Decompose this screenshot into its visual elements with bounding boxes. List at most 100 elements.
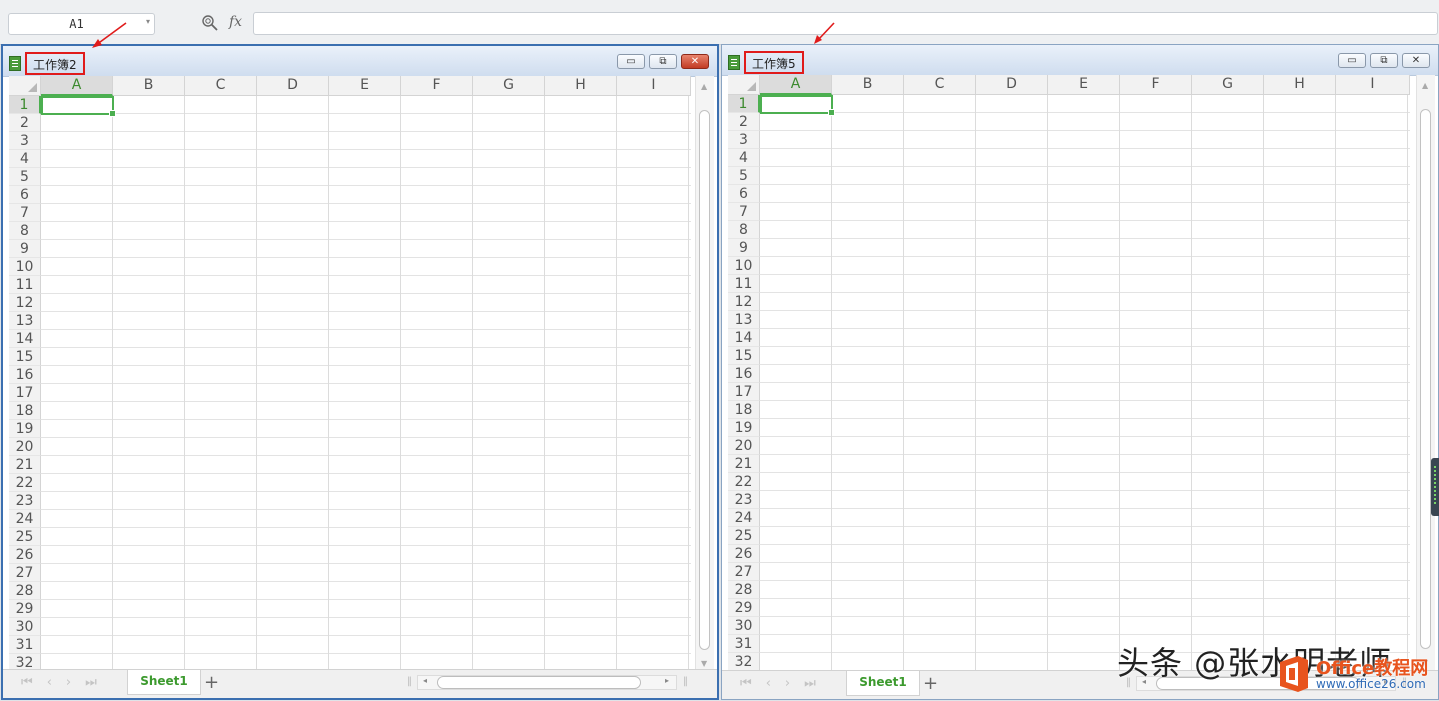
row-header-15[interactable]: 15 bbox=[9, 348, 41, 366]
row-header-12[interactable]: 12 bbox=[9, 294, 41, 312]
row-header-15[interactable]: 15 bbox=[728, 347, 760, 365]
vertical-scroll-thumb[interactable] bbox=[699, 110, 710, 650]
column-header-e[interactable]: E bbox=[329, 76, 401, 96]
row-header-31[interactable]: 31 bbox=[728, 635, 760, 653]
row-header-8[interactable]: 8 bbox=[9, 222, 41, 240]
row-header-20[interactable]: 20 bbox=[9, 438, 41, 456]
dropdown-chevron-icon[interactable]: ▾ bbox=[146, 17, 150, 26]
row-header-32[interactable]: 32 bbox=[728, 653, 760, 671]
row-header-1[interactable]: 1 bbox=[728, 95, 760, 113]
add-sheet-button[interactable]: + bbox=[204, 672, 219, 693]
selected-cell[interactable] bbox=[41, 96, 116, 117]
column-header-e[interactable]: E bbox=[1048, 75, 1120, 95]
vertical-scroll-thumb[interactable] bbox=[1420, 109, 1431, 649]
row-header-25[interactable]: 25 bbox=[728, 527, 760, 545]
column-header-b[interactable]: B bbox=[832, 75, 904, 95]
row-header-14[interactable]: 14 bbox=[9, 330, 41, 348]
column-header-a[interactable]: A bbox=[41, 76, 113, 96]
row-header-13[interactable]: 13 bbox=[728, 311, 760, 329]
restore-button[interactable]: ⧉ bbox=[1370, 53, 1398, 68]
row-header-22[interactable]: 22 bbox=[9, 474, 41, 492]
scroll-down-icon[interactable]: ▼ bbox=[701, 659, 707, 668]
fx-label[interactable]: fx bbox=[229, 14, 242, 30]
minimize-button[interactable]: ▭ bbox=[617, 54, 645, 69]
horizontal-scrollbar[interactable]: ‖ ◂ ▸ ‖ bbox=[407, 674, 688, 691]
workbook-window-right[interactable]: 工作簿5 ▭ ⧉ ✕ A B C D E F G H I 1 2 3 4 5 6 7 8 9 10 11 12 13 14 1… bbox=[721, 44, 1439, 700]
scroll-left-icon[interactable]: ◂ bbox=[423, 676, 427, 685]
row-header-9[interactable]: 9 bbox=[9, 240, 41, 258]
row-header-6[interactable]: 6 bbox=[9, 186, 41, 204]
row-header-29[interactable]: 29 bbox=[728, 599, 760, 617]
row-header-20[interactable]: 20 bbox=[728, 437, 760, 455]
row-header-21[interactable]: 21 bbox=[9, 456, 41, 474]
selected-cell[interactable] bbox=[760, 95, 835, 116]
row-header-8[interactable]: 8 bbox=[728, 221, 760, 239]
vertical-scrollbar[interactable]: ▲ ▼ bbox=[695, 76, 714, 672]
row-header-19[interactable]: 19 bbox=[728, 419, 760, 437]
close-button[interactable]: ✕ bbox=[1402, 53, 1430, 68]
column-header-g[interactable]: G bbox=[473, 76, 545, 96]
last-sheet-icon[interactable]: ⏭ bbox=[804, 676, 816, 691]
row-header-28[interactable]: 28 bbox=[728, 581, 760, 599]
row-header-14[interactable]: 14 bbox=[728, 329, 760, 347]
row-header-7[interactable]: 7 bbox=[728, 203, 760, 221]
row-header-6[interactable]: 6 bbox=[728, 185, 760, 203]
horizontal-scroll-thumb[interactable] bbox=[437, 676, 641, 689]
sheet-grid[interactable]: A B C D E F G H I 1 2 3 4 5 6 7 8 9 10 11 12 13 14 15 16 17 18 19 20… bbox=[9, 76, 691, 672]
prev-sheet-icon[interactable]: ‹ bbox=[47, 675, 52, 690]
row-header-7[interactable]: 7 bbox=[9, 204, 41, 222]
row-header-11[interactable]: 11 bbox=[728, 275, 760, 293]
sheet-tab[interactable]: Sheet1 bbox=[846, 671, 920, 696]
column-header-d[interactable]: D bbox=[257, 76, 329, 96]
row-header-27[interactable]: 27 bbox=[9, 564, 41, 582]
column-header-i[interactable]: I bbox=[1336, 75, 1410, 95]
row-header-3[interactable]: 3 bbox=[9, 132, 41, 150]
first-sheet-icon[interactable]: ⏮ bbox=[740, 676, 752, 691]
row-header-10[interactable]: 10 bbox=[9, 258, 41, 276]
row-header-31[interactable]: 31 bbox=[9, 636, 41, 654]
side-panel-handle[interactable] bbox=[1431, 458, 1439, 516]
row-header-5[interactable]: 5 bbox=[728, 167, 760, 185]
row-header-24[interactable]: 24 bbox=[728, 509, 760, 527]
scroll-up-icon[interactable]: ▲ bbox=[1422, 81, 1428, 90]
row-header-29[interactable]: 29 bbox=[9, 600, 41, 618]
select-all-corner[interactable] bbox=[728, 75, 760, 95]
column-header-f[interactable]: F bbox=[1120, 75, 1192, 95]
window-titlebar[interactable]: 工作簿2 ▭ ⧉ ✕ bbox=[3, 46, 717, 77]
row-header-25[interactable]: 25 bbox=[9, 528, 41, 546]
row-header-2[interactable]: 2 bbox=[728, 113, 760, 131]
column-header-f[interactable]: F bbox=[401, 76, 473, 96]
column-header-h[interactable]: H bbox=[1264, 75, 1336, 95]
column-header-a[interactable]: A bbox=[760, 75, 832, 95]
column-header-c[interactable]: C bbox=[904, 75, 976, 95]
prev-sheet-icon[interactable]: ‹ bbox=[766, 676, 771, 691]
cell-area[interactable] bbox=[41, 96, 691, 672]
row-header-2[interactable]: 2 bbox=[9, 114, 41, 132]
zoom-icon[interactable] bbox=[201, 14, 219, 32]
next-sheet-icon[interactable]: › bbox=[785, 676, 790, 691]
sheet-grid[interactable]: A B C D E F G H I 1 2 3 4 5 6 7 8 9 10 11 12 13 14 15 16 17 18 19 20… bbox=[728, 75, 1410, 671]
row-header-13[interactable]: 13 bbox=[9, 312, 41, 330]
row-header-9[interactable]: 9 bbox=[728, 239, 760, 257]
close-button[interactable]: ✕ bbox=[681, 54, 709, 69]
column-header-i[interactable]: I bbox=[617, 76, 691, 96]
scroll-up-icon[interactable]: ▲ bbox=[701, 82, 707, 91]
row-header-28[interactable]: 28 bbox=[9, 582, 41, 600]
row-header-4[interactable]: 4 bbox=[728, 149, 760, 167]
scroll-right-icon[interactable]: ▸ bbox=[665, 676, 669, 685]
column-header-b[interactable]: B bbox=[113, 76, 185, 96]
restore-button[interactable]: ⧉ bbox=[649, 54, 677, 69]
row-header-24[interactable]: 24 bbox=[9, 510, 41, 528]
row-header-16[interactable]: 16 bbox=[9, 366, 41, 384]
row-header-10[interactable]: 10 bbox=[728, 257, 760, 275]
workbook-window-left[interactable]: 工作簿2 ▭ ⧉ ✕ A B C D E F G H I 1 2 3 4 5 6 7 8 9 10 11 12 13 14 1… bbox=[1, 44, 719, 700]
split-handle-icon[interactable]: ‖ bbox=[683, 676, 688, 687]
row-header-23[interactable]: 23 bbox=[9, 492, 41, 510]
row-header-21[interactable]: 21 bbox=[728, 455, 760, 473]
select-all-corner[interactable] bbox=[9, 76, 41, 96]
row-header-18[interactable]: 18 bbox=[9, 402, 41, 420]
column-header-g[interactable]: G bbox=[1192, 75, 1264, 95]
column-header-d[interactable]: D bbox=[976, 75, 1048, 95]
column-header-c[interactable]: C bbox=[185, 76, 257, 96]
row-header-4[interactable]: 4 bbox=[9, 150, 41, 168]
